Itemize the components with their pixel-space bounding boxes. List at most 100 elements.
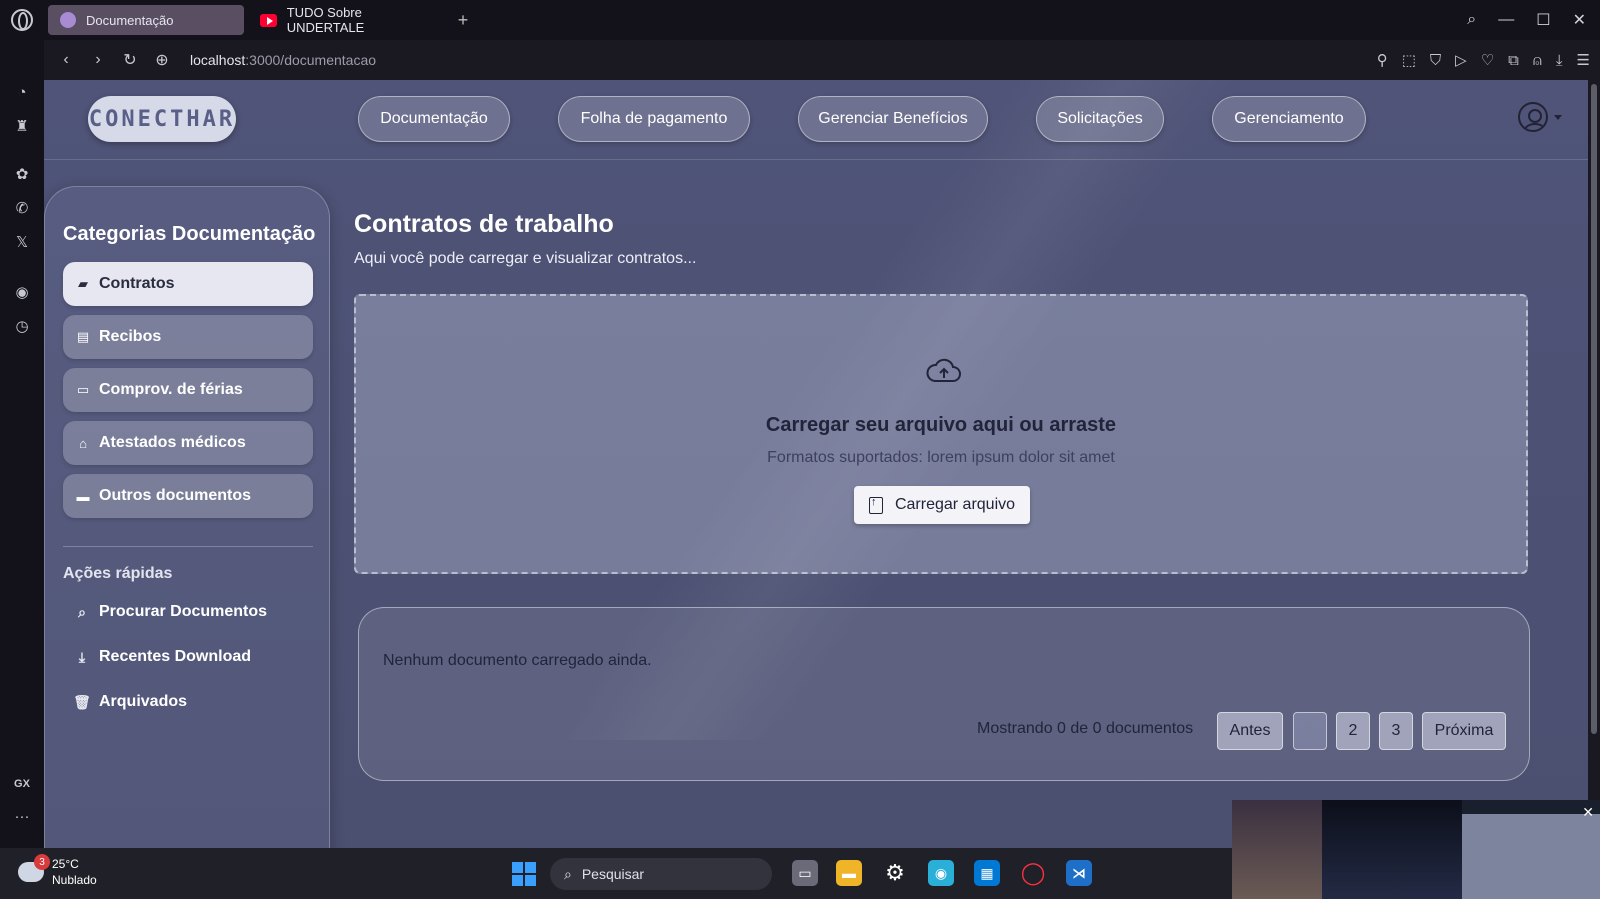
new-tab-button[interactable]: + (450, 7, 476, 33)
quick-arquivados[interactable]: 🗑 Arquivados (73, 693, 187, 711)
site-info-icon[interactable]: ⊕ (148, 46, 176, 74)
scrollbar-thumb[interactable] (1591, 84, 1597, 734)
taskbar-search[interactable]: ⌕ Pesquisar (550, 858, 772, 890)
nav-documentacao[interactable]: Documentação (358, 96, 510, 142)
url-field[interactable]: localhost:3000/documentacao (190, 52, 376, 68)
download-icon[interactable]: ⤓ (1556, 52, 1563, 69)
forward-icon[interactable]: › (84, 46, 112, 74)
back-icon[interactable]: ‹ (52, 46, 80, 74)
nav-gerenciamento[interactable]: Gerenciamento (1212, 96, 1366, 142)
page-2-button[interactable]: 2 (1336, 712, 1370, 750)
app-icon[interactable]: ◉ (928, 860, 954, 886)
chatgpt-icon[interactable]: ✿ (12, 164, 32, 184)
heart-icon[interactable]: ♡ (1481, 51, 1494, 69)
category-atestados[interactable]: ⌂ Atestados médicos (63, 421, 313, 465)
categories-panel: Categorias Documentação ▰ Contratos ▤ Re… (44, 186, 330, 848)
category-label: Outros documentos (99, 487, 252, 504)
close-icon[interactable]: ✕ (1582, 804, 1594, 821)
snapshot-icon[interactable]: ⬚ (1402, 51, 1416, 69)
pin-icon[interactable]: ⚲ (1377, 51, 1388, 69)
nav-solicitacoes[interactable]: Solicitações (1036, 96, 1164, 142)
windows-start-icon[interactable] (512, 862, 536, 886)
opera-gx-icon[interactable]: ◯ (1020, 860, 1046, 886)
page-scrollbar[interactable] (1588, 80, 1600, 848)
panel-divider (63, 546, 313, 547)
file-explorer-icon[interactable]: ▬ (836, 860, 862, 886)
next-page-button[interactable]: Próxima (1422, 712, 1506, 750)
game-footage-left (1322, 800, 1462, 899)
browser-sidebar: ◔ ♜ ✿ ✆ 𝕏 ◉ ◷ GX ··· (0, 40, 44, 848)
opera-logo-icon[interactable] (0, 0, 44, 40)
minimize-icon[interactable]: — (1498, 11, 1514, 29)
picture-in-picture-video[interactable]: ✕ (1232, 800, 1600, 899)
x-twitter-icon[interactable]: 𝕏 (12, 232, 32, 252)
upload-title: Carregar seu arquivo aqui ou arraste (765, 414, 1117, 436)
hospital-icon: ⌂ (79, 435, 87, 451)
weather-temperature: 25°C (52, 857, 79, 871)
category-label: Comprov. de férias (99, 381, 243, 398)
search-tabs-icon[interactable]: ⌕ (1467, 11, 1476, 29)
documents-list: Nenhum documento carregado ainda. Mostra… (358, 607, 1530, 781)
upload-dropzone[interactable]: Carregar seu arquivo aqui ou arraste For… (354, 294, 1528, 574)
url-path: :3000/documentacao (245, 52, 377, 68)
browser-tabbar: Documentação TUDO Sobre UNDERTALE + ⌕ — … (0, 0, 1600, 40)
page-title: Contratos de trabalho (354, 210, 614, 238)
tab-documentacao[interactable]: Documentação (48, 5, 244, 35)
tab-undertale[interactable]: TUDO Sobre UNDERTALE (248, 5, 444, 35)
task-view-icon[interactable]: ▭ (792, 860, 818, 886)
reload-icon[interactable]: ↻ (116, 46, 144, 74)
user-menu[interactable] (1518, 102, 1562, 132)
store-icon[interactable]: ▦ (974, 860, 1000, 886)
play-icon[interactable]: ▷ (1455, 51, 1467, 69)
empty-state-message: Nenhum documento carregado ainda. (383, 652, 652, 669)
menu-icon[interactable]: ☰ (1577, 51, 1590, 69)
file-upload-icon (868, 496, 883, 514)
category-label: Contratos (99, 275, 175, 292)
prev-page-button[interactable]: Antes (1217, 712, 1283, 750)
quick-recentes-download[interactable]: ⤓ Recentes Download (73, 648, 251, 666)
shield-icon[interactable]: ⛉ (1430, 52, 1441, 69)
extensions-icon[interactable]: ⧉ (1508, 52, 1519, 69)
notification-badge: 3 (34, 854, 50, 870)
weather-widget[interactable]: 3 25°C Nublado (18, 854, 97, 888)
globe-favicon-icon (60, 12, 76, 28)
page-3-button[interactable]: 3 (1379, 712, 1413, 750)
youtube-favicon-icon (260, 13, 277, 27)
pagination-summary: Mostrando 0 de 0 documentos (977, 720, 1194, 737)
user-avatar-icon (1518, 102, 1548, 132)
chevron-down-icon (1554, 114, 1562, 120)
whatsapp-icon[interactable]: ✆ (12, 198, 32, 218)
history-icon[interactable]: ◷ (12, 316, 32, 336)
maximize-icon[interactable]: ☐ (1536, 10, 1550, 30)
cloud-weather-icon: 3 (18, 854, 50, 882)
category-contratos[interactable]: ▰ Contratos (63, 262, 313, 306)
category-outros[interactable]: ▬ Outros documentos (63, 474, 313, 518)
spotify-icon[interactable]: ◉ (12, 282, 32, 302)
gx-corner-icon[interactable]: ♜ (12, 116, 32, 136)
taskbar-search-placeholder: Pesquisar (581, 866, 645, 882)
vscode-icon[interactable]: ⋊ (1066, 860, 1092, 886)
address-bar: ‹ › ↻ ⊕ localhost:3000/documentacao ⚲ ⬚ … (44, 40, 1600, 80)
category-recibos[interactable]: ▤ Recibos (63, 315, 313, 359)
nav-gerenciar-beneficios[interactable]: Gerenciar Benefícios (798, 96, 988, 142)
upload-formats: Formatos suportados: lorem ipsum dolor s… (767, 449, 1115, 466)
window-controls: ⌕ — ☐ ✕ (1467, 0, 1600, 40)
folder-icon: ▬ (76, 488, 90, 504)
conecthar-logo[interactable]: CONECTHAR (88, 96, 236, 142)
web-page: CONECTHAR Documentação Folha de pagament… (44, 80, 1588, 848)
upload-file-button[interactable]: Carregar arquivo (854, 486, 1030, 524)
weather-condition: Nublado (52, 873, 97, 887)
close-icon[interactable]: ✕ (1573, 10, 1586, 30)
settings-icon[interactable]: ⚙ (882, 860, 908, 886)
gx-control-label[interactable]: GX (12, 774, 32, 794)
category-comprov-ferias[interactable]: ▭ Comprov. de férias (63, 368, 313, 412)
quick-action-label: Arquivados (99, 693, 188, 710)
speed-dial-icon[interactable]: ◔ (12, 82, 32, 102)
quick-procurar-documentos[interactable]: ⌕ Procurar Documentos (73, 603, 267, 621)
nav-folha-de-pagamento[interactable]: Folha de pagamento (558, 96, 750, 142)
page-1-button[interactable]: 1 (1293, 712, 1327, 750)
quick-action-label: Recentes Download (99, 648, 252, 665)
tab-label: Documentação (86, 12, 174, 28)
more-icon[interactable]: ··· (12, 806, 32, 826)
profile-icon[interactable]: ⍝ (1533, 52, 1542, 69)
